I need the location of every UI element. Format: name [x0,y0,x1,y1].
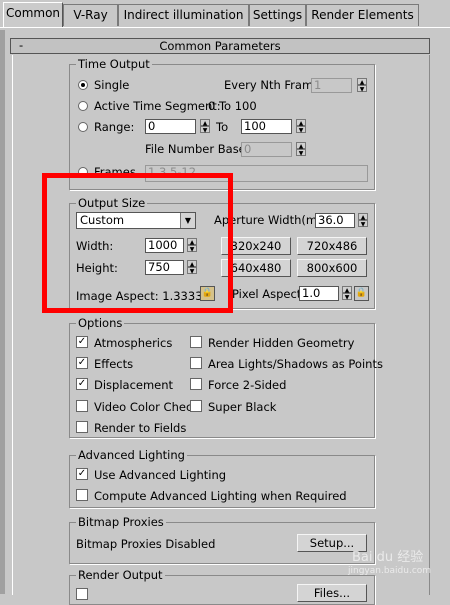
range-label: Range: [94,120,135,134]
preset-720x486-button[interactable]: 720x486 [297,237,367,255]
render-output-title: Render Output [76,568,165,582]
effects-checkbox[interactable]: ✓ [76,357,88,369]
highlight-annotation [42,173,233,313]
use-advanced-lighting-checkbox[interactable]: ✓ [76,468,88,480]
single-label: Single [94,78,130,92]
range-to-label: To [216,120,229,134]
aperture-width-field[interactable]: 36.0 [315,213,355,228]
range-to-spinner[interactable]: ▲ ▼ [296,119,306,134]
preset-800x600-button[interactable]: 800x600 [297,259,367,277]
pixel-aspect-field[interactable]: 1.0 [299,286,339,301]
effects-label: Effects [94,357,134,371]
segment-value: 0 To 100 [208,99,257,113]
options-title: Options [76,316,125,330]
compute-advanced-lighting-label: Compute Advanced Lighting when Required [94,489,347,503]
watermark-url: jingyan.baidu.com [348,566,432,576]
tab-render-elements[interactable]: Render Elements [306,4,419,26]
file-number-base-spinner[interactable]: ▲ ▼ [296,142,306,157]
panel-border-right [429,55,430,595]
save-file-checkbox[interactable] [76,588,88,600]
every-nth-field[interactable]: 1 [311,78,352,93]
range-from-spinner[interactable]: ▲ ▼ [200,119,210,134]
render-to-fields-checkbox[interactable] [76,421,88,433]
rollout-title: Common Parameters [159,39,281,53]
active-segment-label: Active Time Segment: [94,99,221,113]
area-lights-label: Area Lights/Shadows as Points [208,357,383,371]
aperture-width-spinner[interactable]: ▲ ▼ [358,213,368,228]
pixel-aspect-lock-icon[interactable]: 🔒 [354,286,369,301]
force-2-sided-label: Force 2-Sided [208,378,287,392]
single-radio[interactable] [78,80,88,90]
render-output-files-button[interactable]: Files... [297,584,367,602]
bitmap-proxies-status: Bitmap Proxies Disabled [76,537,216,551]
use-advanced-lighting-label: Use Advanced Lighting [94,468,227,482]
tab-indirect-illumination[interactable]: Indirect illumination [118,4,249,26]
tab-bar: Common V-Ray Indirect illumination Setti… [0,0,450,30]
watermark-brand: Bai du 经验 [352,550,424,565]
displacement-label: Displacement [94,378,174,392]
every-nth-spinner[interactable]: ▲ ▼ [357,78,367,93]
panel-border-left [12,55,13,595]
tab-divider [0,27,450,28]
compute-advanced-lighting-checkbox[interactable] [76,489,88,501]
video-color-check-checkbox[interactable] [76,400,88,412]
area-lights-checkbox[interactable] [190,357,202,369]
rollout-common-parameters[interactable]: - Common Parameters [10,38,430,54]
atmospherics-checkbox[interactable]: ✓ [76,336,88,348]
force-2-sided-checkbox[interactable] [190,378,202,390]
active-segment-radio[interactable] [78,101,88,111]
every-nth-label: Every Nth Frame: [224,78,325,92]
pixel-aspect-spinner[interactable]: ▲ ▼ [342,286,352,301]
super-black-checkbox[interactable] [190,400,202,412]
time-output-title: Time Output [76,57,152,71]
tab-settings[interactable]: Settings [249,4,306,26]
displacement-checkbox[interactable]: ✓ [76,378,88,390]
file-number-base-label: File Number Base: [145,142,250,156]
super-black-label: Super Black [208,400,277,414]
left-scroll-strip[interactable] [0,30,5,594]
range-from-field[interactable]: 0 [145,119,196,134]
atmospherics-label: Atmospherics [94,336,173,350]
render-hidden-geometry-checkbox[interactable] [190,336,202,348]
range-to-field[interactable]: 100 [241,119,292,134]
render-hidden-geometry-label: Render Hidden Geometry [208,336,355,350]
tab-common[interactable]: Common [3,2,63,28]
advanced-lighting-title: Advanced Lighting [76,448,187,462]
pixel-aspect-label: Pixel Aspect: [232,287,306,301]
tab-vray[interactable]: V-Ray [63,4,118,26]
file-number-base-field[interactable]: 0 [241,142,292,157]
bitmap-proxies-title: Bitmap Proxies [76,515,166,529]
render-to-fields-label: Render to Fields [94,421,187,435]
video-color-check-label: Video Color Check [94,400,199,414]
collapse-toggle[interactable]: - [19,38,23,52]
range-radio[interactable] [78,122,88,132]
